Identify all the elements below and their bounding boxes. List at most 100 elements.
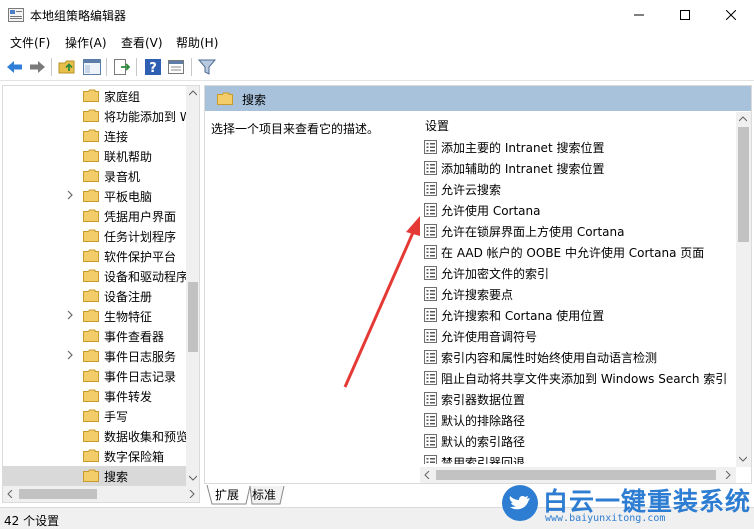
setting-item[interactable]: 允许使用 Cortana — [420, 199, 736, 220]
tree-item[interactable]: 事件转发 — [3, 386, 186, 406]
setting-item[interactable]: 在 AAD 帐户的 OOBE 中允许使用 Cortana 页面 — [420, 241, 736, 262]
policy-setting-icon — [424, 392, 437, 406]
setting-item[interactable]: 允许搜索要点 — [420, 283, 736, 304]
forward-arrow-icon[interactable] — [27, 57, 47, 77]
menu-bar: 文件(F) 操作(A) 查看(V) 帮助(H) — [0, 31, 754, 52]
tree-item[interactable]: 事件查看器 — [3, 326, 186, 346]
tree-item[interactable]: 软件保护平台 — [3, 246, 186, 266]
folder-icon — [83, 89, 99, 102]
menu-file[interactable]: 文件(F) — [10, 34, 50, 51]
pane-header: 搜索 — [205, 86, 751, 111]
properties-icon[interactable] — [166, 57, 186, 77]
tab-extended[interactable]: 扩展 — [215, 486, 239, 503]
tree-item[interactable]: 数据收集和预览 — [3, 426, 186, 446]
setting-item[interactable]: 添加辅助的 Intranet 搜索位置 — [420, 157, 736, 178]
setting-item[interactable]: 禁用索引器回退 — [420, 451, 736, 464]
tree-item[interactable]: 凭据用户界面 — [3, 206, 186, 226]
filter-icon[interactable] — [197, 57, 217, 77]
tree-item-label: 凭据用户界面 — [104, 210, 177, 224]
menu-view[interactable]: 查看(V) — [121, 34, 163, 51]
tree-horizontal-scrollbar[interactable] — [3, 486, 199, 502]
setting-item[interactable]: 允许在锁屏界面上方使用 Cortana — [420, 220, 736, 241]
setting-item-label: 添加主要的 Intranet 搜索位置 — [441, 141, 605, 155]
tree-item[interactable]: 事件日志记录 — [3, 366, 186, 386]
setting-item-label: 阻止自动将共享文件夹添加到 Windows Search 索引 — [441, 372, 728, 386]
scroll-up-arrow-icon[interactable] — [739, 116, 747, 122]
close-icon — [726, 10, 736, 20]
tree-vertical-scrollbar[interactable] — [186, 86, 199, 486]
setting-item[interactable]: 默认的索引路径 — [420, 430, 736, 451]
tree-item[interactable]: 将功能添加到 W — [3, 106, 186, 126]
help-icon[interactable]: ? — [143, 57, 163, 77]
tree-item[interactable]: 平板电脑 — [3, 186, 186, 206]
scroll-down-arrow-icon[interactable] — [739, 456, 747, 462]
policy-setting-icon — [424, 266, 437, 280]
scroll-left-arrow-icon[interactable] — [424, 471, 430, 479]
toolbar: ? — [0, 53, 754, 81]
policy-setting-icon — [424, 245, 437, 259]
close-button[interactable] — [708, 0, 754, 30]
chevron-right-icon[interactable] — [66, 190, 76, 202]
setting-item[interactable]: 添加主要的 Intranet 搜索位置 — [420, 136, 736, 157]
tree-item[interactable]: 生物特征 — [3, 306, 186, 326]
scroll-up-arrow-icon[interactable] — [189, 90, 197, 96]
minimize-button[interactable] — [616, 0, 662, 30]
chevron-right-icon[interactable] — [66, 310, 76, 322]
folder-icon — [83, 289, 99, 302]
settings-column-header[interactable]: 设置 — [425, 117, 449, 134]
setting-item-label: 允许使用音调符号 — [441, 330, 538, 344]
tree-item-label: 录音机 — [104, 170, 141, 184]
setting-item[interactable]: 允许搜索和 Cortana 使用位置 — [420, 304, 736, 325]
navigation-tree[interactable]: 家庭组 将功能添加到 W 连接联机帮助录音机平板电脑凭据用户界面任务计划程序 软件保护… — [2, 85, 200, 503]
back-arrow-icon[interactable] — [5, 57, 25, 77]
tree-item[interactable]: 搜索 — [3, 466, 186, 486]
tree-item-label: 联机帮助 — [104, 150, 153, 164]
tree-item[interactable]: 手写 — [3, 406, 186, 426]
tree-item[interactable]: 设备注册 — [3, 286, 186, 306]
folder-icon — [83, 469, 99, 482]
policy-setting-icon — [424, 161, 437, 175]
tree-item[interactable]: 任务计划程序 — [3, 226, 186, 246]
show-hide-tree-icon[interactable] — [82, 57, 102, 77]
toolbar-separator — [106, 58, 107, 76]
settings-vertical-scrollbar[interactable] — [736, 112, 751, 467]
menu-action[interactable]: 操作(A) — [65, 34, 107, 51]
tree-item[interactable]: 联机帮助 — [3, 146, 186, 166]
setting-item[interactable]: 允许使用音调符号 — [420, 325, 736, 346]
setting-item[interactable]: 索引器数据位置 — [420, 388, 736, 409]
tree-item[interactable]: 录音机 — [3, 166, 186, 186]
setting-item[interactable]: 允许加密文件的索引 — [420, 262, 736, 283]
scroll-right-arrow-icon[interactable] — [189, 490, 195, 498]
setting-item[interactable]: 允许云搜索 — [420, 178, 736, 199]
scroll-right-arrow-icon[interactable] — [725, 471, 731, 479]
tree-item-label: 搜索 — [104, 470, 129, 484]
policy-setting-icon — [424, 413, 437, 427]
setting-item[interactable]: 索引内容和属性时始终使用自动语言检测 — [420, 346, 736, 367]
setting-item-label: 允许搜索要点 — [441, 288, 514, 302]
settings-list: 添加主要的 Intranet 搜索位置 添加辅助的 Intranet 搜索位置 允许… — [420, 136, 736, 464]
maximize-button[interactable] — [662, 0, 708, 30]
tree-scroll-thumb[interactable] — [188, 282, 198, 352]
minimize-icon — [634, 14, 644, 16]
tree-hscroll-thumb[interactable] — [19, 489, 97, 499]
export-list-icon[interactable] — [112, 57, 132, 77]
scroll-down-arrow-icon[interactable] — [189, 475, 197, 481]
tree-item[interactable]: 连接 — [3, 126, 186, 146]
menu-help[interactable]: 帮助(H) — [176, 34, 218, 51]
setting-item[interactable]: 阻止自动将共享文件夹添加到 Windows Search 索引 — [420, 367, 736, 388]
setting-item-label: 添加辅助的 Intranet 搜索位置 — [441, 162, 605, 176]
up-folder-icon[interactable] — [58, 57, 78, 77]
tree-item[interactable]: 事件日志服务 — [3, 346, 186, 366]
scroll-left-arrow-icon[interactable] — [7, 490, 13, 498]
folder-icon — [83, 129, 99, 142]
tree-item[interactable]: 设备和驱动程序 — [3, 266, 186, 286]
folder-icon — [83, 269, 99, 282]
chevron-right-icon[interactable] — [66, 350, 76, 362]
details-pane: 搜索 选择一个项目来查看它的描述。 设置 添加主要的 Intranet 搜索位置… — [204, 85, 752, 484]
settings-hscroll-thumb[interactable] — [436, 470, 716, 480]
tab-standard[interactable]: 标准 — [252, 486, 276, 503]
tree-item[interactable]: 数字保险箱 — [3, 446, 186, 466]
setting-item[interactable]: 默认的排除路径 — [420, 409, 736, 430]
settings-scroll-thumb[interactable] — [738, 127, 749, 242]
tree-item[interactable]: 家庭组 — [3, 86, 186, 106]
